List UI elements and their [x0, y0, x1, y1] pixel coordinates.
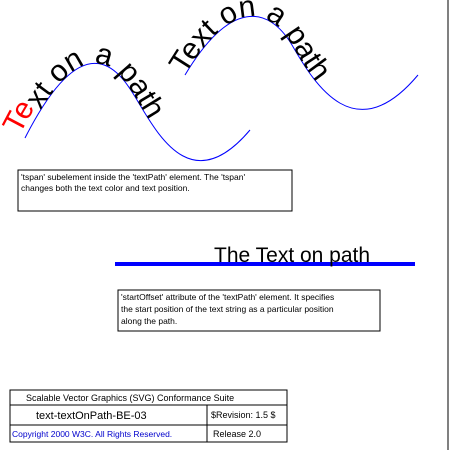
- footer-test-name: text-textOnPath-BE-03: [36, 410, 147, 422]
- curve2-text: Text on a path: [163, 0, 337, 86]
- footer-copyright: Copyright 2000 W3C. All Rights Reserved.: [12, 429, 172, 439]
- note1-line-1: 'tspan' subelement inside the 'textPath'…: [21, 172, 245, 182]
- straight-path-text: The Text on path: [214, 244, 370, 267]
- note2-line-3: along the path.: [121, 316, 177, 326]
- footer-revision: $Revision: 1.5 $: [211, 410, 276, 420]
- curve1-text: Text on a path: [0, 37, 171, 138]
- note2-line-1: 'startOffset' attribute of the 'textPath…: [121, 292, 334, 302]
- note2-line-2: the start position of the text string as…: [121, 304, 334, 314]
- footer-table: Scalable Vector Graphics (SVG) Conforman…: [9, 389, 288, 443]
- curve1-rest: xt on a path: [19, 37, 172, 124]
- svg-test-canvas: Text on a path Text on a path 'tspan' su…: [0, 0, 450, 450]
- footer-release: Release 2.0: [213, 429, 261, 439]
- note1-line-2: changes both the text color and text pos…: [21, 183, 190, 193]
- footer-suite-title: Scalable Vector Graphics (SVG) Conforman…: [26, 393, 234, 403]
- test-drawing: Text on a path Text on a path 'tspan' su…: [0, 0, 449, 450]
- curve2-textpath: Text on a path: [163, 0, 337, 86]
